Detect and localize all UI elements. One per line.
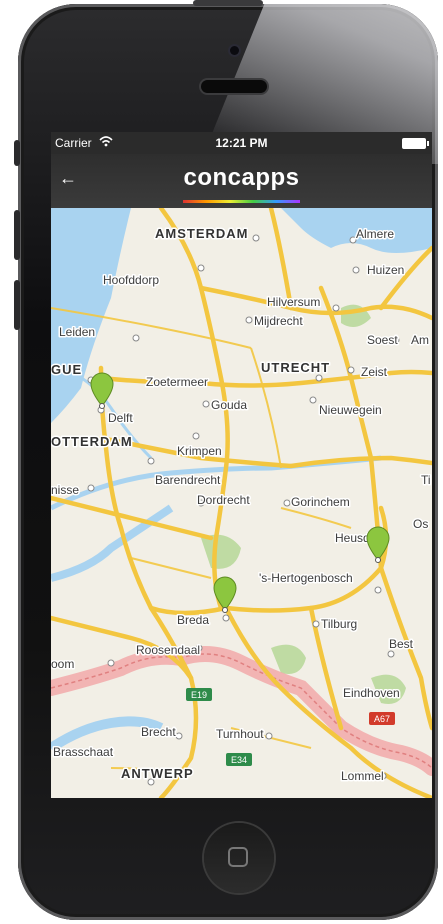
city-label-mijdrecht: Mijdrecht xyxy=(254,314,303,328)
city-label-gouda: Gouda xyxy=(211,398,247,412)
road-shield-a67: A67 xyxy=(369,712,395,725)
map-view[interactable]: E19 E34 A67 AMSTERDAM Almere Hoofddorp H… xyxy=(51,205,432,798)
earpiece-speaker xyxy=(201,80,267,93)
city-label-delft: Delft xyxy=(108,411,133,425)
city-label-ti: Ti xyxy=(421,473,431,487)
brand-underline xyxy=(183,200,300,203)
map-canvas[interactable]: E19 E34 A67 AMSTERDAM Almere Hoofddorp H… xyxy=(51,205,432,798)
city-label-amsterdam: AMSTERDAM xyxy=(155,226,249,241)
city-label-breda: Breda xyxy=(177,613,209,627)
mute-switch xyxy=(14,140,20,166)
city-label-oom: oom xyxy=(51,657,74,671)
home-button[interactable] xyxy=(204,823,274,893)
city-label-hilversum: Hilversum xyxy=(267,295,320,309)
road-shield-e34: E34 xyxy=(226,753,252,766)
phone-screen: Carrier 12:21 PM ← concapps E19 E34 A67 … xyxy=(51,132,432,798)
city-label-zeist: Zeist xyxy=(361,365,388,379)
city-label-lommel: Lommel xyxy=(341,769,384,783)
svg-text:A67: A67 xyxy=(374,714,390,724)
city-label-eindhoven: Eindhoven xyxy=(343,686,400,700)
city-label-almere: Almere xyxy=(356,227,394,241)
city-label-roosendaal: Roosendaal xyxy=(136,643,200,657)
city-label-os: Os xyxy=(413,517,428,531)
city-label-best: Best xyxy=(389,637,414,651)
volume-down-button xyxy=(14,280,20,330)
status-time: 12:21 PM xyxy=(215,136,268,150)
svg-text:E19: E19 xyxy=(191,690,207,700)
city-label-leiden: Leiden xyxy=(59,325,95,339)
city-label-soest: Soest xyxy=(367,333,398,347)
city-label-zoetermeer: Zoetermeer xyxy=(146,375,208,389)
brand-logo: concapps xyxy=(183,164,300,191)
city-label-brecht: Brecht xyxy=(141,725,176,739)
city-label-nisse: nisse xyxy=(51,483,79,497)
city-label-huizen: Huizen xyxy=(367,263,404,277)
road-shield-e19: E19 xyxy=(186,688,212,701)
city-label-hoofddorp: Hoofddorp xyxy=(103,273,159,287)
city-label-barendrecht: Barendrecht xyxy=(155,473,221,487)
city-label-heusden: Heusd xyxy=(335,531,370,545)
city-label-otterdam: OTTERDAM xyxy=(51,434,133,449)
city-label-dordrecht: Dordrecht xyxy=(197,493,250,507)
city-label-antwerp: ANTWERP xyxy=(121,766,194,781)
city-label-am: Am xyxy=(411,333,429,347)
city-label-tilburg: Tilburg xyxy=(321,617,357,631)
city-label-brasschaat: Brasschaat xyxy=(53,745,114,759)
city-label-turnhout: Turnhout xyxy=(216,727,264,741)
svg-text:E34: E34 xyxy=(231,755,247,765)
battery-icon xyxy=(402,138,429,149)
home-square-icon xyxy=(228,847,248,867)
city-label-utrecht: UTRECHT xyxy=(261,360,330,375)
city-label-krimpen: Krimpen xyxy=(177,444,222,458)
city-label-nieuwegein: Nieuwegein xyxy=(319,403,382,417)
volume-up-button xyxy=(14,210,20,260)
city-label-gorinchem: Gorinchem xyxy=(291,495,350,509)
status-bar: Carrier 12:21 PM xyxy=(51,132,432,154)
front-camera xyxy=(230,46,239,55)
city-label-hertogenbosch: 's-Hertogenbosch xyxy=(259,571,353,585)
nav-bar: ← concapps xyxy=(51,154,432,208)
city-label-gue: GUE xyxy=(51,362,82,377)
